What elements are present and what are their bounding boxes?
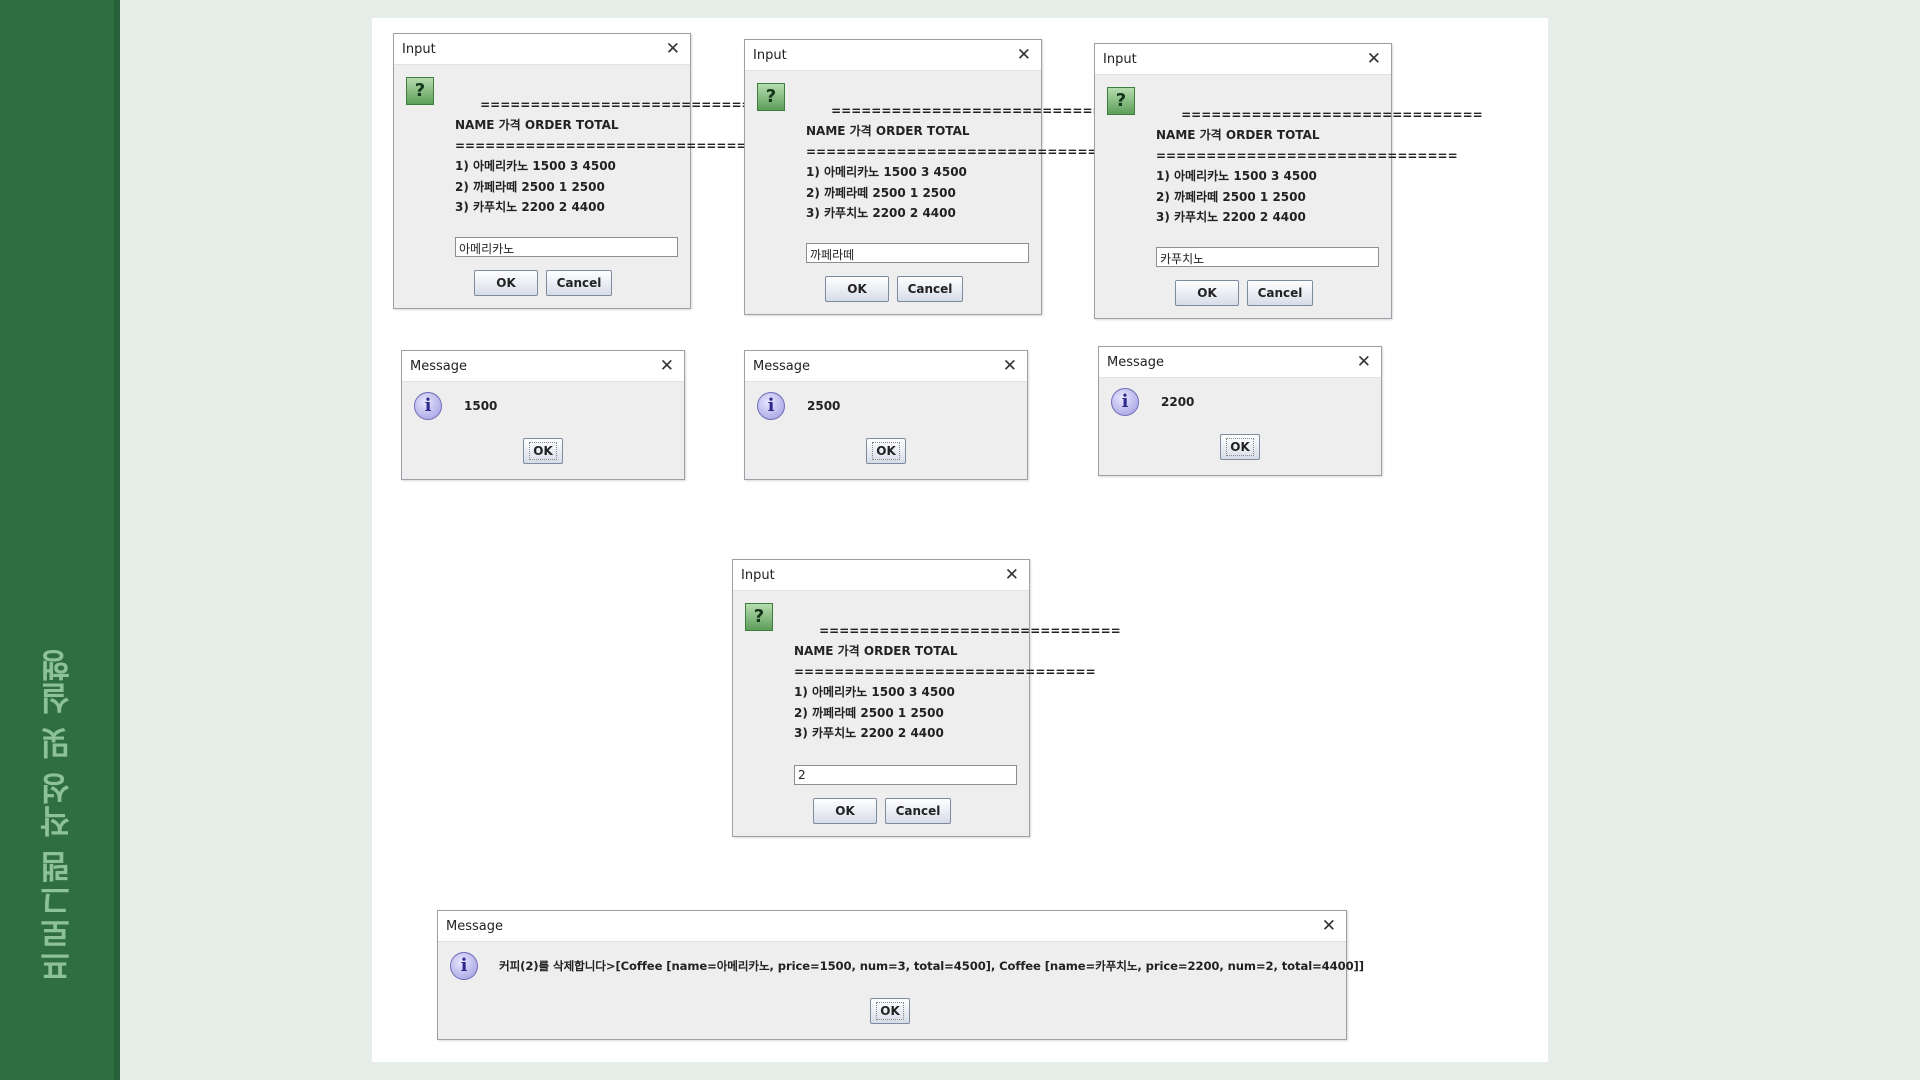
coffee-number-input[interactable]: 2 — [794, 765, 1017, 785]
dialog-titlebar: Message ✕ — [745, 351, 1027, 382]
menu-line-1: 1) 아메리카노 1500 3 4500 — [794, 685, 955, 699]
question-icon: ? — [406, 77, 434, 105]
close-icon[interactable]: ✕ — [1322, 915, 1336, 937]
cancel-button[interactable]: Cancel — [1247, 280, 1313, 306]
menu-separator: ============================== — [455, 138, 757, 153]
vertical-section-title: 프로그램 작성 및 실행 — [38, 648, 76, 982]
dialog-titlebar: Message ✕ — [402, 351, 684, 382]
message-dialog-1: Message ✕ i 1500 OK — [401, 350, 685, 480]
input-dialog-3: Input ✕ ? ==============================… — [1094, 43, 1483, 319]
menu-separator: ============================== — [1181, 107, 1483, 122]
menu-separator: ============================== — [819, 623, 1121, 638]
message-dialog-2: Message ✕ i 2500 OK — [744, 350, 1028, 480]
dialog-message: ============================== NAME 가격 O… — [806, 80, 1133, 262]
menu-line-3: 3) 카푸치노 2200 2 4400 — [1156, 210, 1306, 224]
close-icon[interactable]: ✕ — [666, 38, 680, 60]
dialog-title: Input — [741, 568, 775, 583]
menu-line-1: 1) 아메리카노 1500 3 4500 — [1156, 169, 1317, 183]
menu-separator: ============================== — [806, 144, 1108, 159]
dialog-titlebar: Message ✕ — [438, 911, 1346, 942]
cancel-button[interactable]: Cancel — [885, 798, 951, 824]
menu-line-2: 2) 까페라떼 2500 1 2500 — [455, 179, 605, 194]
close-icon[interactable]: ✕ — [1003, 355, 1017, 377]
ok-button[interactable]: OK — [870, 998, 910, 1024]
sidebar-divider — [114, 0, 120, 1080]
dialog-titlebar: Input ✕ — [733, 560, 1029, 591]
info-icon: i — [450, 952, 478, 980]
menu-header: NAME 가격 ORDER TOTAL — [455, 118, 619, 132]
menu-line-2: 2) 까페라떼 2500 1 2500 — [794, 705, 944, 720]
message-text: 2500 — [807, 399, 841, 413]
message-text: 1500 — [464, 399, 498, 413]
dialog-message: ============================== NAME 가격 O… — [1156, 84, 1483, 266]
dialog-message: ============================== NAME 가격 O… — [455, 74, 782, 256]
ok-button[interactable]: OK — [813, 798, 877, 824]
dialog-titlebar: Message ✕ — [1099, 347, 1381, 378]
menu-separator: ============================== — [1156, 148, 1458, 163]
cancel-button[interactable]: Cancel — [546, 270, 612, 296]
input-dialog-1: Input ✕ ? ==============================… — [393, 33, 782, 309]
close-icon[interactable]: ✕ — [660, 355, 674, 377]
question-icon: ? — [745, 603, 773, 631]
sidebar: 프로그램 작성 및 실행 — [0, 0, 120, 1080]
menu-line-3: 3) 카푸치노 2200 2 4400 — [455, 200, 605, 214]
message-dialog-3: Message ✕ i 2200 OK — [1098, 346, 1382, 476]
dialog-title: Message — [753, 359, 810, 374]
info-icon: i — [1111, 388, 1139, 416]
menu-header: NAME 가격 ORDER TOTAL — [806, 124, 970, 138]
close-icon[interactable]: ✕ — [1005, 564, 1019, 586]
message-text: 커피(2)를 삭제합니다>[Coffee [name=아메리카노, price=… — [499, 959, 1364, 973]
dialog-title: Input — [1103, 52, 1137, 67]
coffee-name-input[interactable]: 아메리카노 — [455, 237, 678, 257]
ok-button[interactable]: OK — [1175, 280, 1239, 306]
close-icon[interactable]: ✕ — [1357, 351, 1371, 373]
dialog-title: Message — [410, 359, 467, 374]
menu-separator: ============================== — [831, 103, 1133, 118]
menu-line-2: 2) 까페라떼 2500 1 2500 — [1156, 189, 1306, 204]
menu-header: NAME 가격 ORDER TOTAL — [794, 644, 958, 658]
menu-separator: ============================== — [480, 97, 782, 112]
ok-button[interactable]: OK — [474, 270, 538, 296]
info-icon: i — [414, 392, 442, 420]
menu-separator: ============================== — [794, 664, 1096, 679]
dialog-title: Message — [1107, 355, 1164, 370]
ok-button[interactable]: OK — [825, 276, 889, 302]
dialog-message: ============================== NAME 가격 O… — [794, 600, 1121, 782]
coffee-name-input[interactable]: 카푸치노 — [1156, 247, 1379, 267]
menu-line-1: 1) 아메리카노 1500 3 4500 — [806, 165, 967, 179]
dialog-titlebar: Input ✕ — [745, 40, 1041, 71]
dialog-title: Input — [402, 42, 436, 57]
menu-line-2: 2) 까페라떼 2500 1 2500 — [806, 185, 956, 200]
message-dialog-delete-result: Message ✕ i 커피(2)를 삭제합니다>[Coffee [name=아… — [437, 910, 1364, 1040]
cancel-button[interactable]: Cancel — [897, 276, 963, 302]
close-icon[interactable]: ✕ — [1017, 44, 1031, 66]
ok-button[interactable]: OK — [523, 438, 563, 464]
close-icon[interactable]: ✕ — [1367, 48, 1381, 70]
menu-line-3: 3) 카푸치노 2200 2 4400 — [794, 726, 944, 740]
ok-button[interactable]: OK — [1220, 434, 1260, 460]
message-text: 2200 — [1161, 395, 1195, 409]
dialog-title: Message — [446, 919, 503, 934]
input-dialog-delete: Input ✕ ? ==============================… — [732, 559, 1121, 837]
menu-line-3: 3) 카푸치노 2200 2 4400 — [806, 206, 956, 220]
dialog-title: Input — [753, 48, 787, 63]
question-icon: ? — [1107, 87, 1135, 115]
ok-button[interactable]: OK — [866, 438, 906, 464]
info-icon: i — [757, 392, 785, 420]
menu-line-1: 1) 아메리카노 1500 3 4500 — [455, 159, 616, 173]
slide-canvas: Input ✕ ? ==============================… — [372, 18, 1548, 1062]
menu-header: NAME 가격 ORDER TOTAL — [1156, 128, 1320, 142]
dialog-titlebar: Input ✕ — [394, 34, 690, 65]
coffee-name-input[interactable]: 까페라떼 — [806, 243, 1029, 263]
dialog-titlebar: Input ✕ — [1095, 44, 1391, 75]
input-dialog-2: Input ✕ ? ==============================… — [744, 39, 1133, 315]
question-icon: ? — [757, 83, 785, 111]
